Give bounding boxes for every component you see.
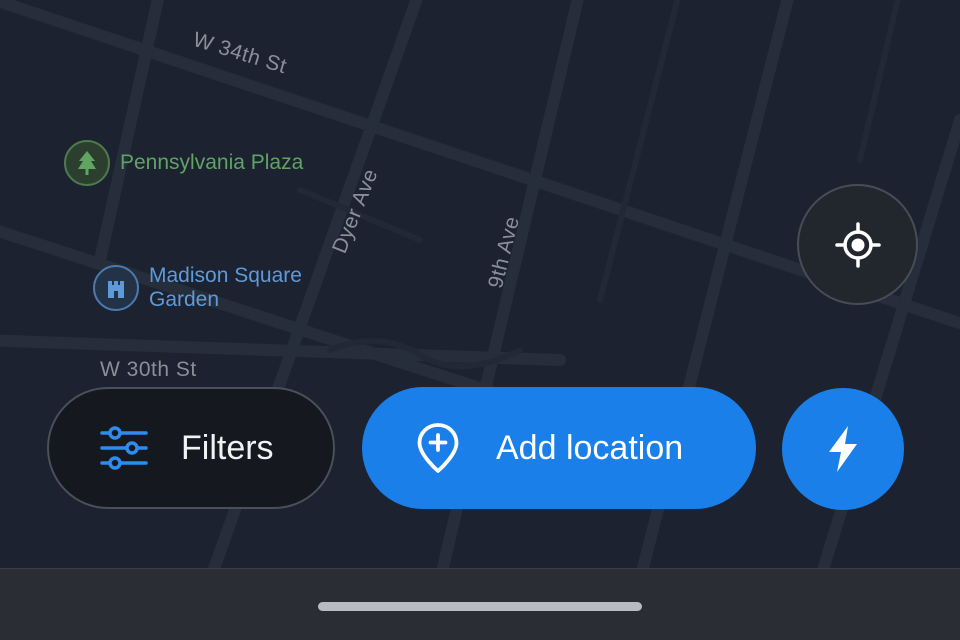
add-location-button[interactable]: Add location xyxy=(362,387,756,509)
street-w30 xyxy=(0,334,566,366)
poi-madison-square-garden[interactable]: Madison Square Garden xyxy=(93,264,339,312)
filters-label: Filters xyxy=(181,428,274,467)
my-location-icon xyxy=(834,221,881,268)
home-indicator[interactable] xyxy=(318,602,642,611)
tree-icon xyxy=(64,140,110,186)
add-pin-icon xyxy=(417,423,459,473)
alley-1 xyxy=(597,0,681,303)
poi-pennsylvania-plaza[interactable]: Pennsylvania Plaza xyxy=(64,140,310,186)
system-navigation-bar xyxy=(0,568,960,640)
lightning-icon xyxy=(829,426,857,472)
filters-button[interactable]: Filters xyxy=(47,387,335,509)
add-location-label: Add location xyxy=(496,428,684,467)
street-label-w30: W 30th St xyxy=(100,358,197,381)
alley-4 xyxy=(857,0,901,163)
quick-action-button[interactable] xyxy=(782,388,904,510)
my-location-button[interactable] xyxy=(797,184,918,305)
map-screen: W 34th St Dyer Ave 9th Ave W 30th St Pen… xyxy=(0,0,960,640)
venue-icon xyxy=(93,265,139,311)
sliders-icon xyxy=(100,426,148,470)
poi-label: Pennsylvania Plaza xyxy=(120,151,304,174)
poi-label: Madison Square Garden xyxy=(149,264,302,311)
